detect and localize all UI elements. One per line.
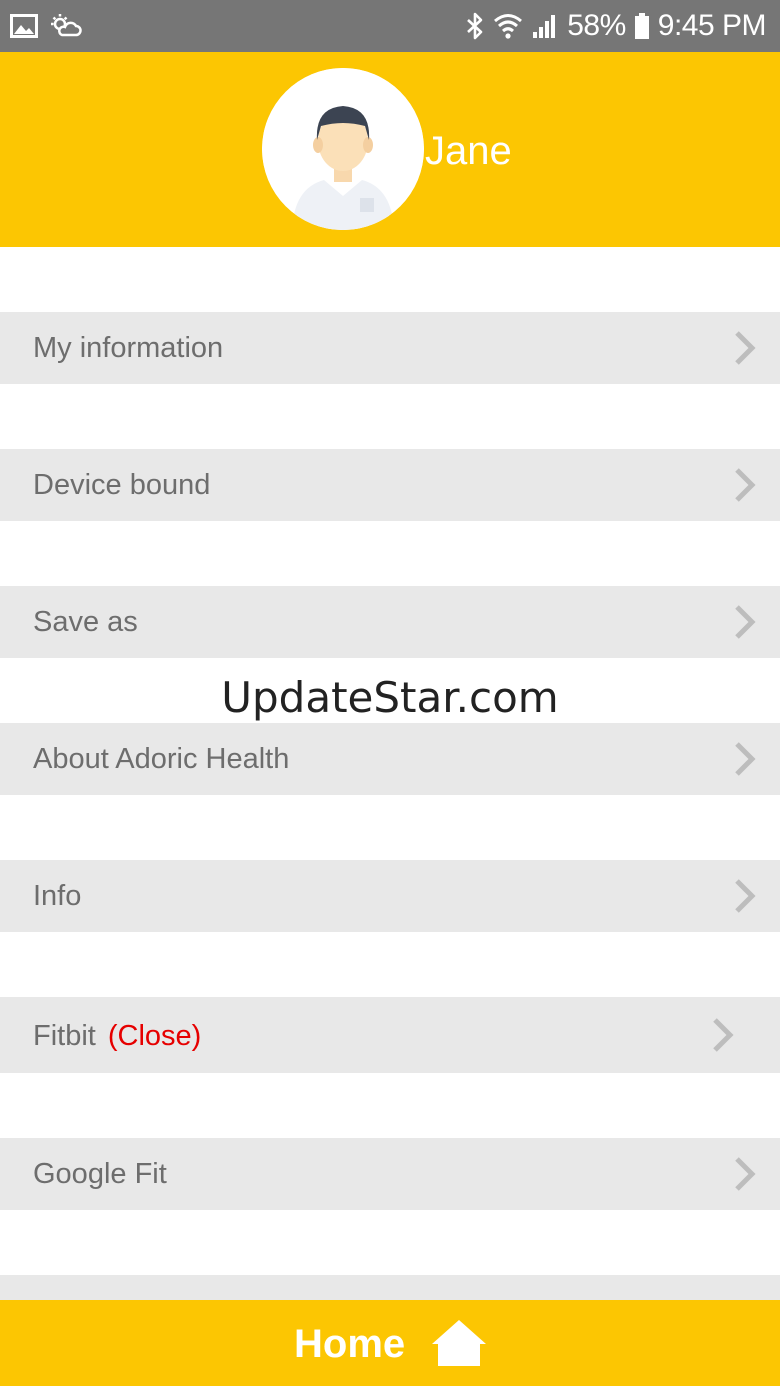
home-label: Home xyxy=(294,1322,406,1366)
menu-item-label: About Adoric Health xyxy=(33,743,290,775)
chevron-right-icon xyxy=(735,331,756,365)
menu-item-label: Save as xyxy=(33,606,138,638)
chevron-right-icon xyxy=(735,742,756,776)
profile-header: Jane xyxy=(0,52,780,247)
watermark-text: UpdateStar.com xyxy=(221,673,559,722)
user-avatar-icon[interactable] xyxy=(262,68,424,230)
chevron-right-icon xyxy=(735,879,756,913)
bluetooth-icon xyxy=(465,11,485,41)
menu-item-my-information[interactable]: My information xyxy=(0,312,780,384)
status-right-icons: 58% 9:45 PM xyxy=(465,0,767,52)
weather-icon xyxy=(50,13,82,39)
wifi-icon xyxy=(493,12,523,40)
menu-item-fitbit[interactable]: Fitbit (Close) xyxy=(0,997,780,1073)
house-icon xyxy=(432,1320,486,1366)
fitbit-status: (Close) xyxy=(107,1020,202,1052)
status-left-icons xyxy=(10,12,82,40)
chevron-right-icon xyxy=(735,605,756,639)
menu-item-label: Google Fit xyxy=(33,1158,167,1190)
signal-icon xyxy=(531,12,559,40)
menu-item-label-row: Fitbit (Close) xyxy=(33,1020,201,1053)
chevron-right-icon xyxy=(735,1157,756,1191)
menu-item-label: Fitbit xyxy=(33,1020,96,1052)
battery-percent: 58% xyxy=(567,9,626,42)
menu-item-label: Device bound xyxy=(33,469,211,501)
user-name: Jane xyxy=(425,129,512,173)
menu-item-about[interactable]: About Adoric Health xyxy=(0,723,780,795)
menu-item-label: Info xyxy=(33,880,82,912)
chevron-right-icon xyxy=(735,468,756,502)
home-button[interactable]: Home xyxy=(0,1300,780,1386)
menu-item-label: My information xyxy=(33,332,224,364)
status-bar: 58% 9:45 PM xyxy=(0,0,780,52)
menu-item-save-as[interactable]: Save as xyxy=(0,586,780,658)
clock: 9:45 PM xyxy=(657,9,767,42)
menu-item-info[interactable]: Info xyxy=(0,860,780,932)
image-icon xyxy=(10,14,38,38)
menu-item-google-fit[interactable]: Google Fit xyxy=(0,1138,780,1210)
battery-icon xyxy=(634,12,650,40)
chevron-right-icon xyxy=(713,1018,734,1052)
menu-item-device-bound[interactable]: Device bound xyxy=(0,449,780,521)
